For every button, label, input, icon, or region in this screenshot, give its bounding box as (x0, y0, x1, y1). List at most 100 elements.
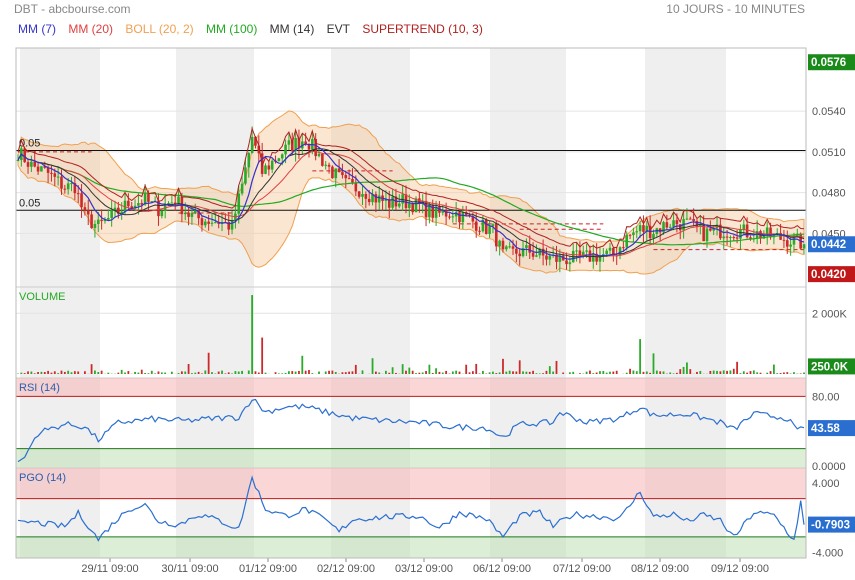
volume-bar (67, 370, 70, 374)
candle-body (548, 255, 552, 260)
candle-body (665, 222, 669, 228)
volume-bar (388, 372, 391, 374)
volume-bar (405, 370, 407, 374)
candle-body (264, 165, 267, 174)
candle-body (80, 193, 83, 208)
volume-bar (528, 371, 531, 374)
candle-body (725, 236, 729, 238)
volume-bar (552, 371, 555, 374)
volume-bar (441, 372, 444, 374)
volume-bar (50, 372, 53, 374)
candle-body (568, 262, 572, 265)
volume-bar (134, 371, 136, 374)
candle-body (270, 160, 274, 170)
candle-body (26, 162, 30, 167)
volume-bar (605, 372, 608, 374)
volume-bar (488, 372, 491, 374)
volume-bar (589, 370, 591, 374)
candle-body (391, 196, 394, 208)
volume-bar (328, 370, 330, 374)
price-tick-label: 0.0480 (812, 188, 846, 200)
candle-body (331, 166, 334, 179)
volume-bar (522, 371, 524, 374)
candle-body (802, 244, 806, 249)
volume-bar (502, 358, 504, 374)
volume-bar (284, 372, 287, 374)
oscillator-title: RSI (14) (19, 382, 60, 394)
volume-bar (719, 371, 722, 374)
volume-bar (324, 371, 327, 374)
candle-body (377, 195, 381, 203)
candle-body (374, 194, 378, 203)
candle-body (280, 154, 284, 159)
volume-bar (194, 372, 197, 374)
candle-body (76, 193, 80, 195)
volume-bar (160, 372, 163, 374)
volume-bar (140, 369, 143, 374)
volume-bar (53, 371, 56, 374)
candle-body (354, 182, 358, 192)
volume-bar (793, 372, 795, 374)
candle-body (214, 222, 217, 224)
volume-bar (311, 373, 314, 374)
volume-bar (281, 373, 284, 374)
candle-body (608, 247, 612, 251)
volume-bar (264, 372, 267, 374)
candle-body (709, 228, 712, 231)
volume-bar (579, 373, 581, 374)
volume-bar (639, 339, 642, 374)
volume-bar (301, 355, 304, 374)
volume-bar (237, 371, 240, 374)
volume-bar (779, 373, 782, 374)
volume-bar (371, 358, 374, 374)
volume-bar (211, 372, 213, 374)
volume-bar (512, 371, 514, 374)
volume-bar (254, 371, 257, 374)
candle-body (327, 164, 331, 167)
candle-body (56, 176, 60, 178)
volume-bar (679, 369, 682, 374)
volume-bar (709, 370, 712, 374)
volume-bar (602, 371, 605, 374)
volume-bar (385, 370, 387, 374)
candle-body (605, 250, 608, 255)
candle-body (16, 160, 20, 162)
candle-body (237, 193, 241, 214)
candle-body (50, 172, 53, 174)
candle-body (66, 183, 70, 190)
candle-body (535, 255, 538, 257)
candle-body (732, 237, 736, 239)
candle-body (642, 225, 645, 232)
volume-bar (57, 373, 60, 374)
volume-bar (107, 372, 110, 374)
volume-bar (421, 372, 424, 374)
volume-bar (43, 371, 46, 374)
candle-body (431, 204, 435, 218)
volume-bar (147, 373, 150, 374)
candle-body (401, 194, 404, 204)
volume-bar (726, 370, 728, 374)
candle-body (739, 229, 742, 239)
x-tick-label: 01/12 09:00 (239, 563, 297, 575)
volume-bar (535, 373, 538, 374)
overbought-zone (16, 468, 806, 499)
volume-bar (351, 371, 354, 374)
candle-body (127, 200, 130, 207)
candle-body (367, 198, 371, 203)
candle-body (46, 167, 50, 173)
candle-body (364, 194, 368, 199)
candle-body (414, 198, 418, 213)
volume-bar (277, 373, 280, 374)
volume-bar (348, 371, 351, 374)
reference-line-label: 0.05 (19, 197, 40, 209)
volume-bar (20, 372, 23, 374)
volume-bar (374, 371, 377, 374)
candle-body (86, 210, 90, 215)
candle-body (110, 210, 113, 218)
candle-body (722, 236, 726, 239)
volume-bar (672, 373, 675, 374)
volume-bar (144, 372, 146, 374)
candle-body (474, 221, 478, 231)
price-badge: 0.0576 (811, 57, 846, 69)
candle-body (204, 221, 207, 226)
